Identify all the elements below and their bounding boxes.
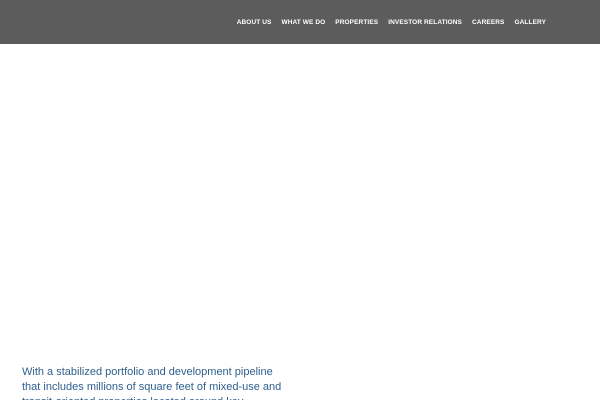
page: ABOUT US WHAT WE DO PROPERTIES INVESTOR … [0, 0, 600, 400]
nav-link-investor-relations[interactable]: INVESTOR RELATIONS [388, 19, 462, 26]
nav-link-properties[interactable]: PROPERTIES [335, 19, 378, 26]
main-menu: ABOUT US WHAT WE DO PROPERTIES INVESTOR … [237, 0, 546, 44]
top-navigation-bar: ABOUT US WHAT WE DO PROPERTIES INVESTOR … [0, 0, 600, 44]
nav-link-about-us[interactable]: ABOUT US [237, 19, 272, 26]
nav-link-careers[interactable]: CAREERS [472, 19, 504, 26]
hero-section [0, 44, 600, 400]
nav-link-gallery[interactable]: GALLERY [514, 19, 546, 26]
nav-link-what-we-do[interactable]: WHAT WE DO [281, 19, 325, 26]
intro-paragraph: With a stabilized portfolio and developm… [22, 366, 282, 400]
